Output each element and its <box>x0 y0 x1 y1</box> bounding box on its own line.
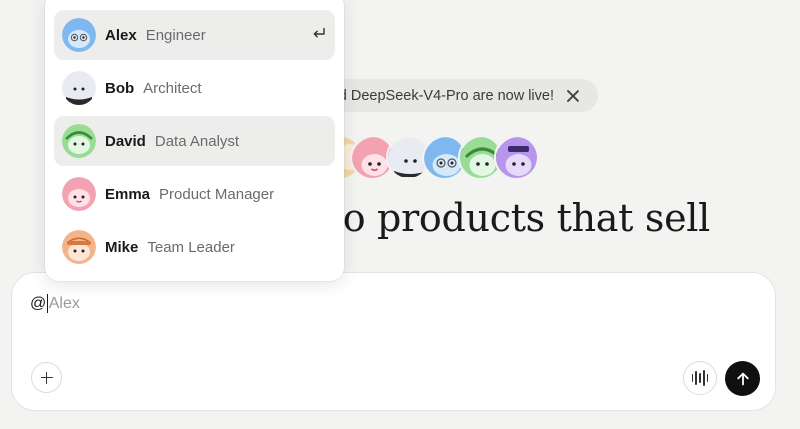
voice-wave-icon <box>691 370 709 386</box>
plus-icon <box>40 371 53 384</box>
arrow-up-icon <box>736 372 749 385</box>
message-input[interactable]: @ Alex <box>30 294 80 313</box>
typed-text: @ <box>30 294 47 312</box>
mention-name: Emma <box>105 185 151 203</box>
avatar <box>62 18 96 52</box>
voice-input-button[interactable] <box>683 361 717 395</box>
chat-composer[interactable]: @ Alex <box>11 272 776 411</box>
mention-role: Product Manager <box>159 185 275 203</box>
avatar <box>62 177 96 211</box>
mention-name: David <box>105 132 146 150</box>
mention-item-bob[interactable]: Bob Architect <box>54 63 335 113</box>
mention-item-david[interactable]: David Data Analyst <box>54 116 335 166</box>
cluster-avatar <box>494 135 539 180</box>
mention-name: Alex <box>105 26 137 44</box>
mention-role: Team Leader <box>147 238 235 256</box>
mention-name: Bob <box>105 79 135 97</box>
avatar <box>62 124 96 158</box>
close-icon[interactable] <box>566 89 580 103</box>
mention-role: Engineer <box>145 26 206 44</box>
attach-button[interactable] <box>31 362 62 393</box>
mention-name: Mike <box>105 238 139 256</box>
mention-role: Architect <box>143 79 202 97</box>
mention-role: Data Analyst <box>154 132 240 150</box>
agent-avatar-cluster <box>318 135 542 181</box>
mention-dropdown: Alex Engineer Bob Architect David Data A… <box>45 0 344 281</box>
mention-suggestion-text: Alex <box>48 294 80 312</box>
enter-key-icon <box>313 27 325 38</box>
avatar <box>62 71 96 105</box>
mention-item-mike[interactable]: Mike Team Leader <box>54 222 335 272</box>
send-button[interactable] <box>725 361 760 396</box>
avatar <box>62 230 96 264</box>
mention-item-alex[interactable]: Alex Engineer <box>54 10 335 60</box>
mention-item-emma[interactable]: Emma Product Manager <box>54 169 335 219</box>
announcement-text: nd DeepSeek-V4-Pro are now live! <box>330 87 554 104</box>
